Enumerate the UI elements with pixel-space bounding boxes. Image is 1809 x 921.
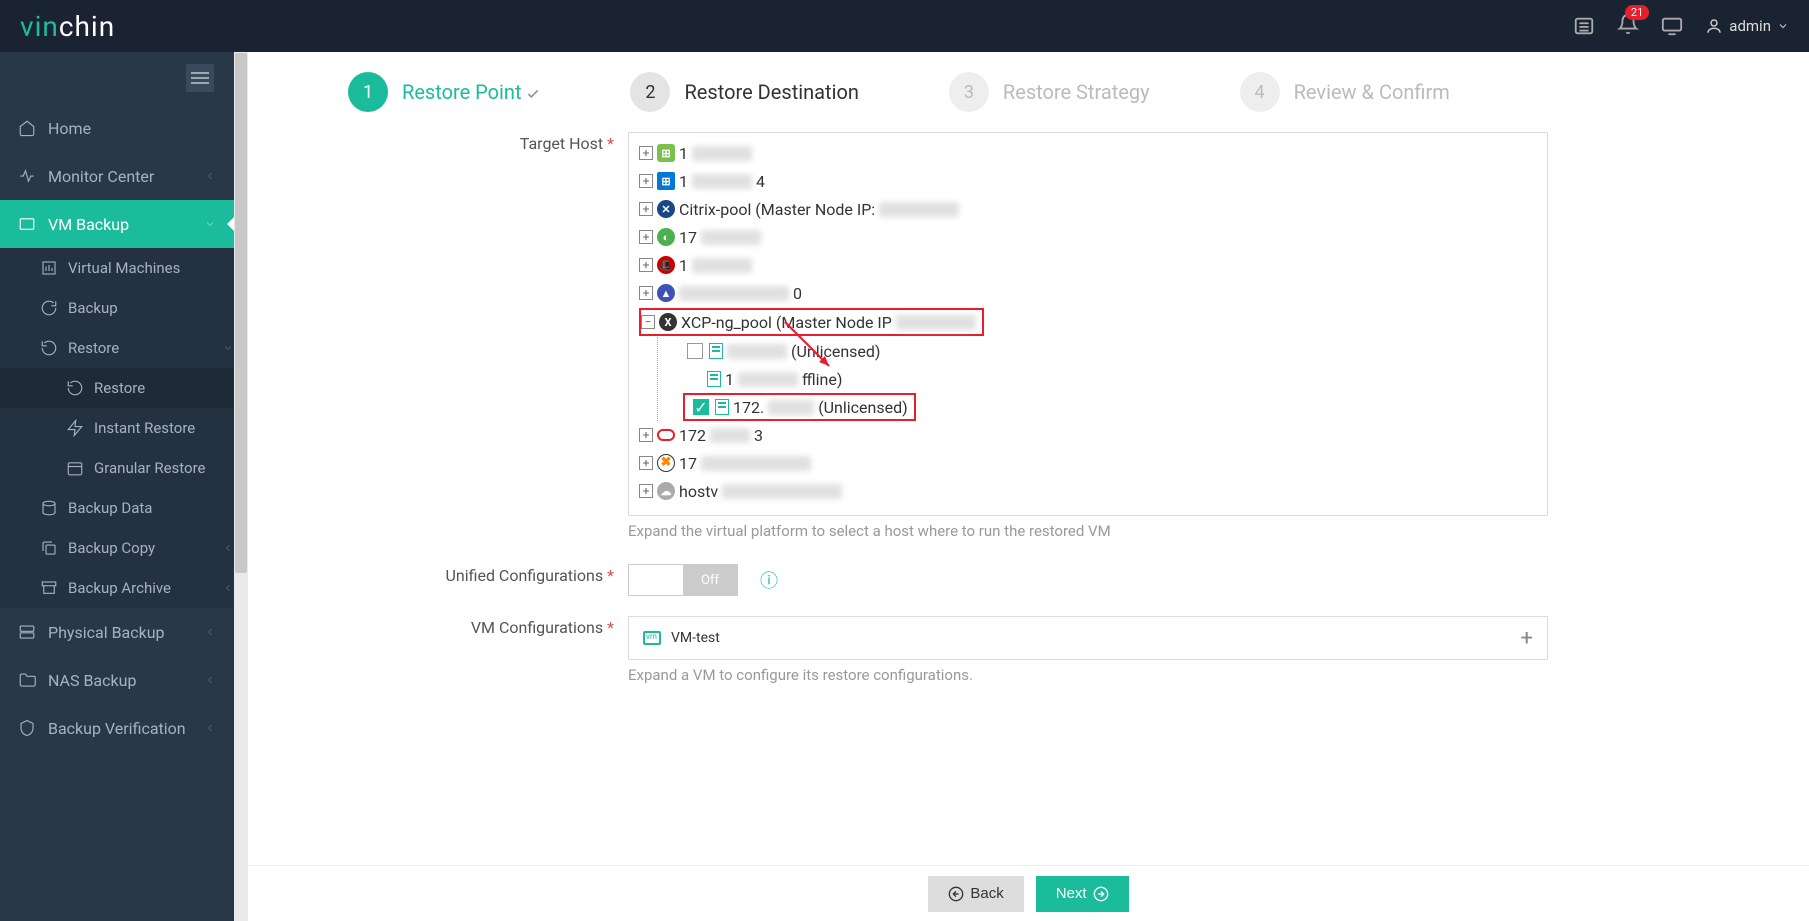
sidebar-sub-backup-data[interactable]: Backup Data <box>0 488 234 528</box>
tree-node-nutanix[interactable]: +✖17 <box>639 449 1537 477</box>
tree-node-green[interactable]: +◐17 <box>639 223 1537 251</box>
vm-name: VM-test <box>671 630 720 646</box>
unified-config-label: Unified Configurations <box>288 564 628 596</box>
step-3: 3Restore Strategy <box>949 72 1150 112</box>
tree-node-citrix[interactable]: +✕Citrix-pool (Master Node IP: <box>639 195 1537 223</box>
chevron-down-icon <box>222 342 234 354</box>
arrow-right-icon <box>1093 886 1109 902</box>
target-host-label: Target Host <box>288 132 628 540</box>
tree-child-3-highlighted[interactable]: ✓172.(Unlicensed) <box>683 393 916 421</box>
scrollbar-thumb[interactable] <box>235 53 247 573</box>
calendar-icon <box>66 459 84 477</box>
host-icon <box>715 399 729 415</box>
server-icon <box>18 623 36 641</box>
user-menu[interactable]: admin <box>1705 17 1789 35</box>
activity-icon <box>18 167 36 185</box>
sidebar-item-physical-backup[interactable]: Physical Backup <box>0 608 234 656</box>
vm-icon <box>18 215 36 233</box>
chevron-left-icon <box>204 170 216 182</box>
wizard-steps: 1 Restore Point 2Restore Destination 3Re… <box>348 72 1769 112</box>
tree-node-windows[interactable]: +⊞14 <box>639 167 1537 195</box>
tree-node-blue[interactable]: +▲0 <box>639 279 1537 307</box>
sidebar-sub-virtual-machines[interactable]: Virtual Machines <box>0 248 234 288</box>
expand-vm-config[interactable]: + <box>1521 626 1533 651</box>
sidebar: Home Monitor Center VM Backup Virtual Ma… <box>0 52 234 921</box>
vm-config-hint: Expand a VM to configure its restore con… <box>628 666 1548 684</box>
step-4: 4Review & Confirm <box>1240 72 1450 112</box>
back-button[interactable]: Back <box>928 876 1023 912</box>
unified-config-toggle[interactable]: Off <box>628 564 738 596</box>
sidebar-item-monitor[interactable]: Monitor Center <box>0 152 234 200</box>
main-content: 1 Restore Point 2Restore Destination 3Re… <box>248 52 1809 921</box>
tree-child-1[interactable]: (Unlicensed) <box>665 337 1537 365</box>
sidebar-sub-backup-copy[interactable]: Backup Copy <box>0 528 234 568</box>
tree-node-redhat[interactable]: +🎩1 <box>639 251 1537 279</box>
archive-icon <box>40 579 58 597</box>
sidebar-item-backup-verification[interactable]: Backup Verification <box>0 704 234 752</box>
checkbox-checked[interactable]: ✓ <box>693 399 709 415</box>
vm-config-row[interactable]: VM-test + <box>628 616 1548 660</box>
scrollbar-track[interactable] <box>234 52 248 921</box>
oracle-icon <box>657 429 675 441</box>
zap-icon <box>66 419 84 437</box>
list-icon[interactable] <box>1573 15 1595 37</box>
checkbox[interactable] <box>687 343 703 359</box>
vm-test-icon <box>643 631 661 645</box>
wizard-footer: Back Next <box>248 865 1809 921</box>
chevron-left-icon <box>204 626 216 638</box>
tree-node-vmware[interactable]: +⊞1 <box>639 139 1537 167</box>
sidebar-sub-restore-restore[interactable]: Restore <box>0 368 234 408</box>
database-icon <box>40 499 58 517</box>
notifications-button[interactable]: 21 <box>1617 13 1639 39</box>
tree-node-hostv[interactable]: +☁hostv <box>639 477 1537 505</box>
chevron-down-icon <box>1777 20 1789 32</box>
tree-child-2[interactable]: 1ffline) <box>665 365 1537 393</box>
chevron-down-icon <box>204 218 216 230</box>
chevron-left-icon <box>204 722 216 734</box>
home-icon <box>18 119 36 137</box>
sidebar-item-home[interactable]: Home <box>0 104 234 152</box>
info-icon[interactable]: ⓘ <box>760 567 778 593</box>
app-header: vinchin 21 admin <box>0 0 1809 52</box>
sidebar-sub-restore[interactable]: Restore <box>0 328 234 368</box>
brand-logo: vinchin <box>20 10 115 43</box>
sidebar-sub-backup-archive[interactable]: Backup Archive <box>0 568 234 608</box>
sidebar-sub-instant-restore[interactable]: Instant Restore <box>0 408 234 448</box>
user-name-label: admin <box>1729 17 1771 35</box>
chevron-left-icon <box>222 542 234 554</box>
check-icon <box>526 87 540 101</box>
notification-badge: 21 <box>1625 5 1649 20</box>
step-1[interactable]: 1 Restore Point <box>348 72 540 112</box>
step-2[interactable]: 2Restore Destination <box>630 72 858 112</box>
history-icon <box>66 379 84 397</box>
host-icon <box>709 343 723 359</box>
chart-icon <box>40 259 58 277</box>
copy-icon <box>40 539 58 557</box>
chevron-left-icon <box>222 582 234 594</box>
target-host-hint: Expand the virtual platform to select a … <box>628 522 1548 540</box>
sidebar-sub-backup[interactable]: Backup <box>0 288 234 328</box>
target-host-tree: +⊞1 +⊞14 +✕Citrix-pool (Master Node IP: … <box>628 132 1548 516</box>
sidebar-toggle[interactable] <box>186 64 214 92</box>
sidebar-item-vm-backup[interactable]: VM Backup <box>0 200 234 248</box>
monitor-icon[interactable] <box>1661 15 1683 37</box>
host-icon <box>707 371 721 387</box>
tree-node-xcpng-highlighted[interactable]: −XXCP-ng_pool (Master Node IP <box>639 308 984 336</box>
sidebar-item-nas-backup[interactable]: NAS Backup <box>0 656 234 704</box>
vm-config-label: VM Configurations <box>288 616 628 684</box>
history-icon <box>40 339 58 357</box>
sidebar-sub-granular-restore[interactable]: Granular Restore <box>0 448 234 488</box>
tree-node-oracle[interactable]: +1723 <box>639 421 1537 449</box>
chevron-left-icon <box>204 674 216 686</box>
next-button[interactable]: Next <box>1036 876 1129 912</box>
refresh-icon <box>40 299 58 317</box>
folder-icon <box>18 671 36 689</box>
arrow-left-icon <box>948 886 964 902</box>
shield-icon <box>18 719 36 737</box>
